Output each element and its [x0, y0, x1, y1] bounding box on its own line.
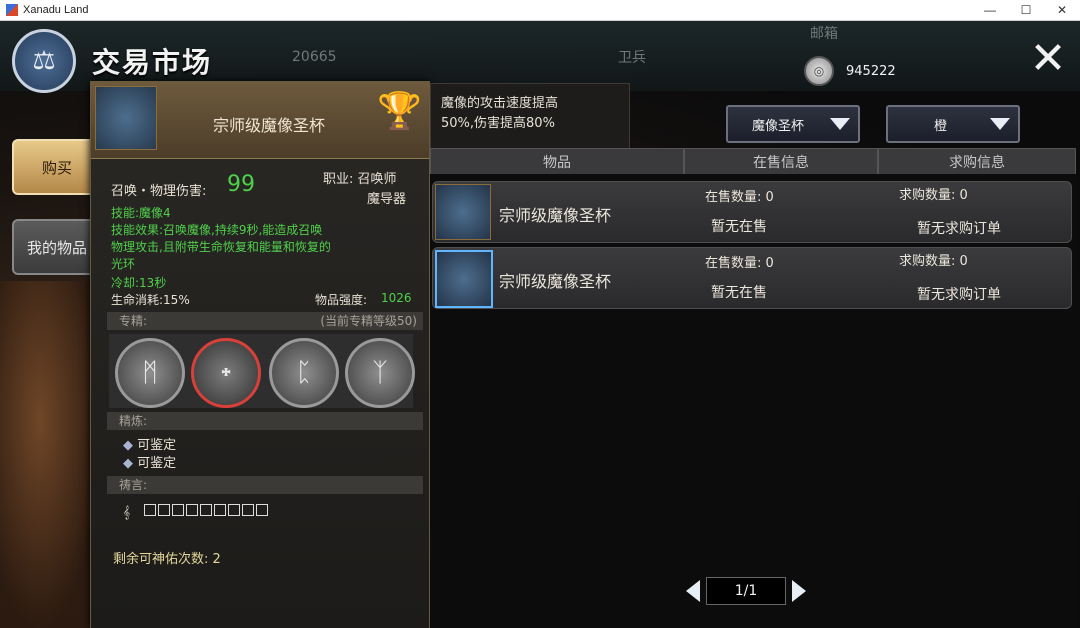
- diamond-icon: ◆: [123, 456, 133, 471]
- chevron-down-icon: [990, 118, 1010, 130]
- effect-line-3: 光环: [111, 257, 136, 271]
- row-sale-count: 在售数量: 0: [705, 256, 774, 271]
- buy-tab-button[interactable]: 购买: [12, 139, 102, 195]
- quality-filter-value: 橙: [934, 118, 948, 134]
- strength-label: 物品强度:: [315, 293, 368, 307]
- description-line-2: 50%,伤害提高80%: [441, 116, 555, 131]
- maximize-button[interactable]: ☐: [1008, 0, 1044, 20]
- skill-line: 技能:魔像4: [111, 206, 171, 220]
- refine-item: ◆ 可鉴定: [123, 452, 176, 471]
- golem-chalice-icon: [95, 86, 157, 150]
- page-indicator: 1/1: [706, 577, 786, 605]
- currency-value: 945222: [846, 63, 896, 79]
- mastery-emblem-1-icon[interactable]: ᛗ: [115, 338, 185, 408]
- mastery-label: 专精:: [119, 314, 148, 328]
- damage-value: 99: [227, 172, 255, 197]
- mastery-emblem-4-icon[interactable]: ᛉ: [345, 338, 415, 408]
- mastery-emblem-3-icon[interactable]: ᛈ: [269, 338, 339, 408]
- currency-display: ◎ 945222: [804, 56, 926, 86]
- column-header-sale: 在售信息: [684, 148, 878, 176]
- cooldown: 冷却:13秒: [111, 276, 167, 290]
- app-icon: [6, 4, 18, 16]
- next-page-icon[interactable]: [792, 580, 806, 602]
- row-item-name: 宗师级魔像圣杯: [499, 272, 612, 291]
- column-header-item: 物品: [430, 148, 684, 176]
- column-header-buy: 求购信息: [878, 148, 1076, 176]
- background-sign-mailbox: 邮箱: [810, 26, 838, 42]
- quality-filter-dropdown[interactable]: 橙: [886, 105, 1020, 143]
- window-titlebar: Xanadu Land — ☐ ✕: [0, 0, 1080, 21]
- mastery-emblem-2-icon[interactable]: ᛭: [191, 338, 261, 408]
- rune-slots: [143, 504, 270, 519]
- item-filter-value: 魔像圣杯: [752, 118, 805, 134]
- prev-page-icon[interactable]: [686, 580, 700, 602]
- minimize-button[interactable]: —: [972, 0, 1008, 20]
- table-row[interactable]: 宗师级魔像圣杯 在售数量: 0 暂无在售 求购数量: 0 暂无求购订单: [432, 181, 1072, 243]
- chalice-icon: 🏆: [377, 91, 422, 132]
- effect-description: 魔像的攻击速度提高 50%,伤害提高80%: [430, 83, 630, 153]
- tooltip-header: 宗师级魔像圣杯 🏆: [91, 82, 429, 159]
- tooltip-item-name: 宗师级魔像圣杯: [213, 116, 326, 135]
- row-buy-status: 暂无求购订单: [917, 221, 1001, 237]
- row-sale-count: 在售数量: 0: [705, 190, 774, 205]
- close-icon[interactable]: ✕: [1026, 37, 1070, 83]
- scales-icon: ⚖: [12, 29, 76, 93]
- blessings-remaining: 剩余可神佑次数: 2: [113, 552, 221, 567]
- damage-label: 召唤・物理伤害:: [111, 184, 207, 199]
- row-sale-status: 暂无在售: [711, 285, 767, 301]
- my-items-tab-button[interactable]: 我的物品: [12, 219, 102, 275]
- refine-item-text: 可鉴定: [137, 438, 177, 453]
- prayer-runes: 𝄞: [123, 504, 270, 520]
- refine-section: 精炼:: [107, 412, 423, 430]
- merchant-portrait: [0, 281, 100, 628]
- description-line-1: 魔像的攻击速度提高: [441, 96, 559, 111]
- row-buy-status: 暂无求购订单: [917, 287, 1001, 303]
- refine-item: ◆ 可鉴定: [123, 434, 176, 453]
- table-row[interactable]: 宗师级魔像圣杯 在售数量: 0 暂无在售 求购数量: 0 暂无求购订单: [432, 247, 1072, 309]
- class-label: 职业: 召唤师: [323, 172, 397, 187]
- effect-line-2: 物理攻击,且附带生命恢复和能量和恢复的: [111, 240, 331, 254]
- item-filter-dropdown[interactable]: 魔像圣杯: [726, 105, 860, 143]
- row-buy-count: 求购数量: 0: [899, 188, 968, 203]
- pagination: 1/1: [686, 577, 806, 605]
- game-viewport: 20665 邮箱 卫兵 ⚖ 交易市场 ◎ 945222 ✕ 购买 我的物品 护甲…: [0, 21, 1080, 628]
- row-buy-count: 求购数量: 0: [899, 254, 968, 269]
- mastery-level: (当前专精等级50): [320, 314, 417, 328]
- refine-item-text: 可鉴定: [137, 456, 177, 471]
- window-title: Xanadu Land: [23, 4, 89, 16]
- prayer-glyph-icon: 𝄞: [123, 505, 131, 519]
- prayer-section: 祷言:: [107, 476, 423, 494]
- prayer-label: 祷言:: [119, 478, 148, 492]
- refine-label: 精炼:: [119, 414, 148, 428]
- effect-line-1: 技能效果:召唤魔像,持续9秒,能造成召唤: [111, 223, 323, 237]
- item-tooltip: 宗师级魔像圣杯 🏆 召唤・物理伤害: 99 职业: 召唤师 魔导器 技能:魔像4…: [90, 81, 430, 628]
- background-sign-guard: 卫兵: [618, 50, 646, 66]
- chevron-down-icon: [830, 118, 850, 130]
- golem-chalice-icon: [435, 184, 491, 240]
- silver-coin-icon: ◎: [804, 56, 834, 86]
- class-sub: 魔导器: [367, 192, 407, 207]
- mastery-section: 专精: (当前专精等级50): [107, 312, 423, 330]
- hp-cost: 生命消耗:15%: [111, 293, 190, 307]
- close-window-button[interactable]: ✕: [1044, 0, 1080, 20]
- page-title: 交易市场: [92, 46, 213, 79]
- row-sale-status: 暂无在售: [711, 219, 767, 235]
- golem-chalice-icon: [435, 250, 493, 308]
- background-number: 20665: [292, 49, 337, 65]
- diamond-icon: ◆: [123, 438, 133, 453]
- mastery-emblems: ᛗ ᛭ ᛈ ᛉ: [109, 334, 415, 408]
- row-item-name: 宗师级魔像圣杯: [499, 206, 612, 225]
- strength-value: 1026: [381, 291, 412, 305]
